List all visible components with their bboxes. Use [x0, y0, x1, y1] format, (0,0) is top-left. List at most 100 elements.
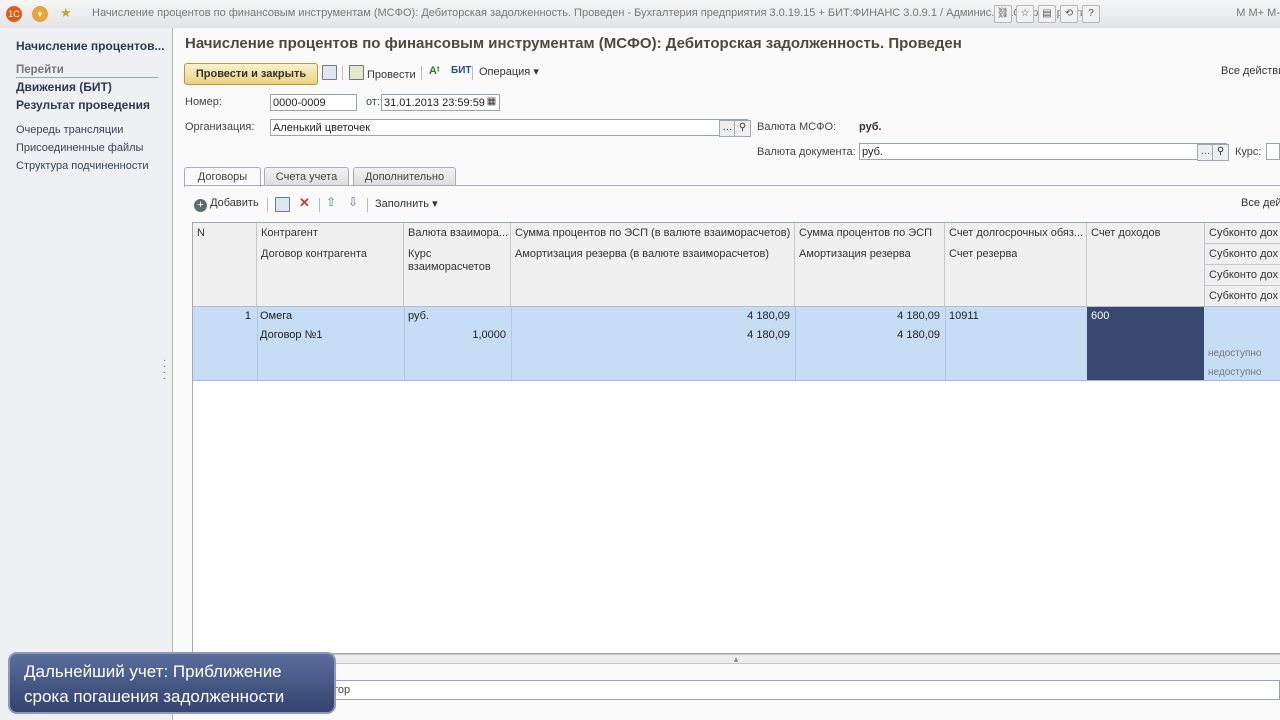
- cell-currency[interactable]: руб.: [408, 310, 429, 322]
- nav-item-translation-queue[interactable]: Очередь трансляции: [16, 124, 123, 136]
- delete-icon[interactable]: ✕: [299, 195, 310, 211]
- col-header-sum[interactable]: Сумма процентов по ЭСП Амортизация резер…: [795, 223, 945, 306]
- history-icon[interactable]: ⟲: [1060, 5, 1078, 23]
- number-label: Номер:: [185, 96, 222, 108]
- bit-icon[interactable]: БИТ: [451, 65, 471, 76]
- nav-goto-header: Перейти: [16, 64, 158, 78]
- dt-kt-icon[interactable]: Aᵗ: [429, 65, 439, 77]
- panel-resize-handle[interactable]: · · · ·: [163, 356, 167, 384]
- add-icon: +: [194, 199, 207, 212]
- nav-item-subordination[interactable]: Структура подчиненности: [16, 160, 149, 172]
- header-sum-text: Сумма процентов по ЭСП: [799, 227, 932, 239]
- post-button[interactable]: Провести: [349, 65, 416, 81]
- header-sum-calc-text: Сумма процентов по ЭСП (в валюте взаимор…: [515, 227, 791, 239]
- link-icon[interactable]: ⛓: [994, 5, 1012, 23]
- copy-icon: [275, 197, 290, 212]
- col-header-income-acc[interactable]: Счет доходов: [1087, 223, 1205, 306]
- header-contract-text: Договор контрагента: [261, 248, 367, 260]
- cell-sum-calc[interactable]: 4 180,09: [511, 310, 790, 322]
- copy-row-button[interactable]: [275, 197, 293, 213]
- cell-contractor[interactable]: Омега: [260, 310, 292, 322]
- col-header-contractor[interactable]: Контрагент Договор контрагента: [257, 223, 404, 306]
- move-down-icon[interactable]: ⇩: [348, 195, 358, 209]
- operation-label: Операция: [479, 66, 531, 78]
- caption-line-2: срока погашения задолженности: [24, 687, 285, 706]
- doc-currency-field[interactable]: руб.: [859, 143, 1227, 160]
- header-subconto-4: Субконто дох: [1209, 290, 1278, 302]
- post-icon: [349, 65, 364, 80]
- star-icon[interactable]: ☆: [1016, 5, 1034, 23]
- window-toolbar: ⛓ ☆ ▤ ⟲ ?: [994, 5, 1100, 23]
- col-header-accounts[interactable]: Счет долгосрочных обяз... Счет резерва: [945, 223, 1087, 306]
- header-contractor-text: Контрагент: [261, 227, 318, 239]
- chevron-down-icon: ▾: [533, 66, 539, 78]
- main-menu-icon[interactable]: ▾: [32, 6, 48, 22]
- fill-menu-button[interactable]: Заполнить ▾: [375, 197, 438, 210]
- col-header-subconto[interactable]: Субконто дох Субконто дох Субконто дох С…: [1205, 223, 1280, 306]
- toolbar-separator: [421, 66, 422, 80]
- search-icon[interactable]: ⚲: [1212, 144, 1229, 161]
- organization-label: Организация:: [185, 121, 255, 133]
- title-bar: 1С ▾ ★ Начисление процентов по финансовы…: [0, 0, 1280, 29]
- cell-contract[interactable]: Договор №1: [260, 329, 323, 341]
- rate-field[interactable]: [1266, 143, 1280, 160]
- fill-label: Заполнить: [375, 198, 430, 210]
- comment-field[interactable]: тор: [192, 680, 1280, 700]
- tab-accounts[interactable]: Счета учета: [264, 167, 349, 186]
- header-subconto-2: Субконто дох: [1209, 248, 1278, 260]
- splitter-handle[interactable]: ▴: [192, 654, 1280, 664]
- move-up-icon[interactable]: ⇧: [326, 195, 336, 209]
- cell-amort[interactable]: 4 180,09: [795, 329, 940, 341]
- header-subconto-1: Субконто дох: [1209, 227, 1278, 239]
- add-row-button[interactable]: + Добавить: [194, 197, 259, 212]
- all-actions-button[interactable]: Все действия: [1221, 65, 1280, 77]
- row-number: 1: [244, 310, 251, 322]
- col-header-sum-calc[interactable]: Сумма процентов по ЭСП (в валюте взаимор…: [511, 223, 795, 306]
- app-logo-icon[interactable]: 1С: [6, 6, 22, 22]
- tab-additional[interactable]: Дополнительно: [353, 167, 456, 186]
- post-and-close-button[interactable]: Провести и закрыть: [184, 63, 318, 85]
- date-field[interactable]: 31.01.2013 23:59:59: [381, 94, 500, 111]
- cell-divider: [945, 307, 946, 380]
- cell-amort-calc[interactable]: 4 180,09: [511, 329, 790, 341]
- nav-item-movements-bit[interactable]: Движения (БИТ): [16, 80, 112, 94]
- header-subconto-3: Субконто дох: [1209, 269, 1278, 281]
- tabs-baseline: [184, 185, 1280, 186]
- header-rate-text: Курс: [408, 248, 432, 260]
- search-icon[interactable]: ⚲: [734, 120, 751, 137]
- add-label: Добавить: [210, 197, 259, 209]
- table-all-actions-button[interactable]: Все дей: [1241, 197, 1280, 209]
- col-header-n[interactable]: N: [193, 223, 257, 306]
- help-icon[interactable]: ?: [1082, 5, 1100, 23]
- header-n-text: N: [197, 227, 205, 239]
- nav-item-posting-result[interactable]: Результат проведения: [16, 98, 150, 112]
- nav-current-document[interactable]: Начисление процентов...: [16, 39, 164, 53]
- operation-menu-button[interactable]: Операция ▾: [479, 65, 539, 78]
- tab-contracts[interactable]: Договоры: [184, 167, 261, 187]
- header-amort-text: Амортизация резерва: [799, 248, 911, 260]
- date-label: от:: [366, 96, 380, 108]
- save-button[interactable]: [322, 65, 340, 81]
- header-amort-calc-text: Амортизация резерва (в валюте взаиморасч…: [515, 248, 769, 260]
- table-header: N Контрагент Договор контрагента Валюта …: [193, 223, 1280, 307]
- header-currency-text: Валюта взаимора...: [408, 227, 509, 239]
- toolbar-separator: [319, 198, 320, 212]
- cell-long-account[interactable]: 10911: [949, 310, 979, 322]
- number-field[interactable]: 0000-0009: [270, 94, 357, 111]
- favorite-star-icon[interactable]: ★: [60, 5, 72, 21]
- toolbar-separator: [267, 198, 268, 212]
- cell-sum[interactable]: 4 180,09: [795, 310, 940, 322]
- cell-rate[interactable]: 1,0000: [404, 329, 506, 341]
- header-divider: [1205, 285, 1280, 286]
- chevron-down-icon: ▾: [432, 198, 438, 210]
- video-caption-overlay: Дальнейший учет: Приближение срока погаш…: [8, 652, 336, 714]
- calendar-icon[interactable]: ▦: [484, 95, 499, 110]
- organization-field[interactable]: Аленький цветочек: [270, 119, 748, 136]
- left-navigation-panel: Начисление процентов... Перейти Движения…: [0, 28, 173, 720]
- nav-item-attached-files[interactable]: Присоединенные файлы: [16, 142, 143, 154]
- cell-income-account[interactable]: 600: [1091, 310, 1109, 322]
- contracts-table: N Контрагент Договор контрагента Валюта …: [192, 222, 1280, 654]
- print-icon[interactable]: ▤: [1038, 5, 1056, 23]
- doc-currency-label: Валюта документа:: [757, 146, 856, 158]
- col-header-currency[interactable]: Валюта взаимора... Курс взаиморасчетов: [404, 223, 511, 306]
